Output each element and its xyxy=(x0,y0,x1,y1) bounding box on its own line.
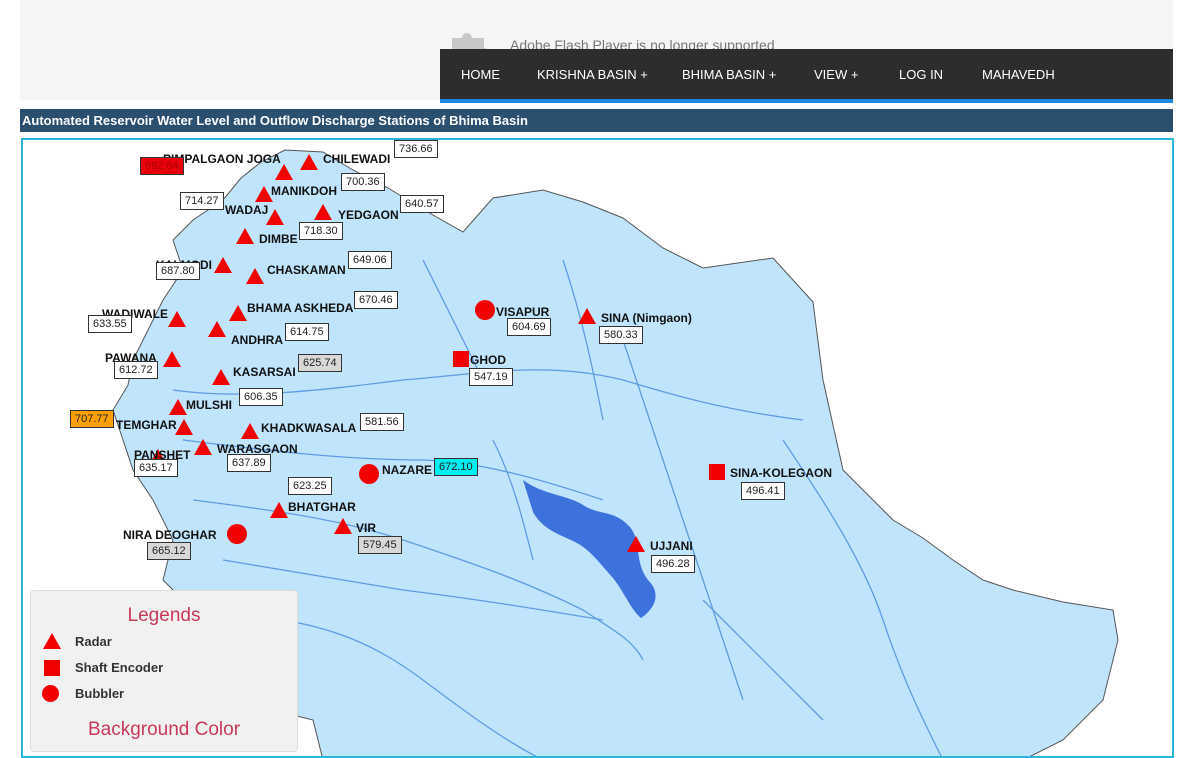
sina-nimgaon-station-name: SINA (Nimgaon) xyxy=(601,311,692,325)
wadiwale-water-level[interactable]: 633.55 xyxy=(88,315,132,333)
chaskaman-station-name: CHASKAMAN xyxy=(267,263,346,277)
nav-krishna-basin[interactable]: KRISHNA BASIN + xyxy=(537,67,648,82)
nav-home[interactable]: HOME xyxy=(461,67,500,82)
yedgaon-water-level[interactable]: 640.57 xyxy=(400,195,444,213)
kasarsai-station-name: KASARSAI xyxy=(233,365,296,379)
page-title: Automated Reservoir Water Level and Outf… xyxy=(20,109,1173,132)
ghod-shaft-encoder-marker[interactable] xyxy=(453,351,469,367)
vir-station-name: VIR xyxy=(356,521,377,535)
andhra-station-name: ANDHRA xyxy=(231,333,283,347)
khadkwasala-water-level[interactable]: 581.56 xyxy=(360,413,404,431)
wadaj-radar-marker[interactable] xyxy=(266,209,284,225)
nav-login[interactable]: LOG IN xyxy=(899,67,943,82)
main-navbar: HOME KRISHNA BASIN + BHIMA BASIN + VIEW … xyxy=(440,49,1173,103)
bhama-askheda-station-name: BHAMA ASKHEDA xyxy=(247,301,354,315)
pawana-water-level[interactable]: 612.72 xyxy=(114,361,158,379)
ujjani-station-name: UJJANI xyxy=(650,539,693,553)
sina-kolegaon-shaft-encoder-marker[interactable] xyxy=(709,464,725,480)
nazare-bubbler-marker[interactable] xyxy=(359,464,379,484)
chilewadi-station-name: CHILEWADI xyxy=(323,152,391,166)
dimbe-station-name: DIMBE xyxy=(259,232,298,246)
kasarsai-radar-marker[interactable] xyxy=(212,369,230,385)
ujjani-water-level[interactable]: 496.28 xyxy=(651,555,695,573)
kalmodi-radar-marker[interactable] xyxy=(214,257,232,273)
ghod-station-name: GHOD xyxy=(470,353,506,367)
legend-background-title: Background Color xyxy=(87,719,241,740)
kasarsai-water-level[interactable]: 625.74 xyxy=(298,354,342,372)
ghod-water-level[interactable]: 547.19 xyxy=(469,368,513,386)
panshet-water-level[interactable]: 635.17 xyxy=(134,459,178,477)
legend-shaft-label: Shaft Encoder xyxy=(75,660,164,675)
bhama-askheda-radar-marker[interactable] xyxy=(229,305,247,321)
nira-deoghar-station-name: NIRA DEOGHAR xyxy=(123,528,217,542)
manikdoh-station-name: MANIKDOH xyxy=(271,184,337,198)
kalmodi-water-level[interactable]: 687.80 xyxy=(156,262,200,280)
radar-legend-icon xyxy=(43,633,61,649)
wadaj-water-level[interactable]: 714.27 xyxy=(180,192,224,210)
bhatghar-water-level[interactable]: 623.25 xyxy=(288,477,332,495)
nav-view[interactable]: VIEW + xyxy=(814,67,858,82)
ujjani-radar-marker[interactable] xyxy=(627,536,645,552)
wadaj-station-name: WADAJ xyxy=(225,203,269,217)
wadiwale-radar-marker[interactable] xyxy=(168,311,186,327)
nazare-water-level[interactable]: 672.10 xyxy=(434,458,478,476)
vir-radar-marker[interactable] xyxy=(334,518,352,534)
chilewadi-radar-marker[interactable] xyxy=(300,154,318,170)
nav-bhima-basin[interactable]: BHIMA BASIN + xyxy=(682,67,776,82)
khadkwasala-radar-marker[interactable] xyxy=(241,423,259,439)
nira-deoghar-water-level[interactable]: 665.12 xyxy=(147,542,191,560)
chilewadi-water-level[interactable]: 736.66 xyxy=(394,140,438,158)
legend-panel: Legends Radar Shaft Encoder Bubbler Back… xyxy=(30,590,298,752)
pimpalgaon-joga-water-level[interactable]: 692.64 xyxy=(140,157,184,175)
legend-bubbler-label: Bubbler xyxy=(75,686,125,701)
bubbler-legend-icon xyxy=(42,685,59,702)
shaft-encoder-legend-icon xyxy=(44,660,60,676)
warasgaon-radar-marker[interactable] xyxy=(194,439,212,455)
andhra-radar-marker[interactable] xyxy=(208,321,226,337)
visapur-bubbler-marker[interactable] xyxy=(475,300,495,320)
temghar-radar-marker[interactable] xyxy=(175,419,193,435)
yedgaon-station-name: YEDGAON xyxy=(338,208,399,222)
temghar-water-level[interactable]: 707.77 xyxy=(70,410,114,428)
bhatghar-radar-marker[interactable] xyxy=(270,502,288,518)
nazare-station-name: NAZARE xyxy=(382,463,432,477)
warasgaon-water-level[interactable]: 637.89 xyxy=(227,454,271,472)
visapur-water-level[interactable]: 604.69 xyxy=(507,318,551,336)
nira-deoghar-bubbler-marker[interactable] xyxy=(227,524,247,544)
mulshi-radar-marker[interactable] xyxy=(169,399,187,415)
manikdoh-water-level[interactable]: 700.36 xyxy=(341,173,385,191)
chaskaman-water-level[interactable]: 649.06 xyxy=(348,251,392,269)
pawana-radar-marker[interactable] xyxy=(163,351,181,367)
sina-kolegaon-water-level[interactable]: 496.41 xyxy=(741,482,785,500)
mulshi-station-name: MULSHI xyxy=(186,398,232,412)
temghar-station-name: TEMGHAR xyxy=(116,418,177,432)
vir-water-level[interactable]: 579.45 xyxy=(358,536,402,554)
sina-nimgaon-radar-marker[interactable] xyxy=(578,308,596,324)
yedgaon-radar-marker[interactable] xyxy=(314,204,332,220)
legend-title: Legends xyxy=(127,605,201,626)
visapur-station-name: VISAPUR xyxy=(496,305,550,319)
dimbe-water-level[interactable]: 718.30 xyxy=(299,222,343,240)
chaskaman-radar-marker[interactable] xyxy=(246,268,264,284)
andhra-water-level[interactable]: 614.75 xyxy=(285,323,329,341)
nav-mahavedh[interactable]: MAHAVEDH xyxy=(982,67,1055,82)
dimbe-radar-marker[interactable] xyxy=(236,228,254,244)
legend-radar-label: Radar xyxy=(75,634,112,649)
bhatghar-station-name: BHATGHAR xyxy=(288,500,356,514)
sina-nimgaon-water-level[interactable]: 580.33 xyxy=(599,326,643,344)
sina-kolegaon-station-name: SINA-KOLEGAON xyxy=(730,466,832,480)
pimpalgaon-joga-radar-marker[interactable] xyxy=(275,164,293,180)
mulshi-water-level[interactable]: 606.35 xyxy=(239,388,283,406)
khadkwasala-station-name: KHADKWASALA xyxy=(261,421,357,435)
bhama-askheda-water-level[interactable]: 670.46 xyxy=(354,291,398,309)
